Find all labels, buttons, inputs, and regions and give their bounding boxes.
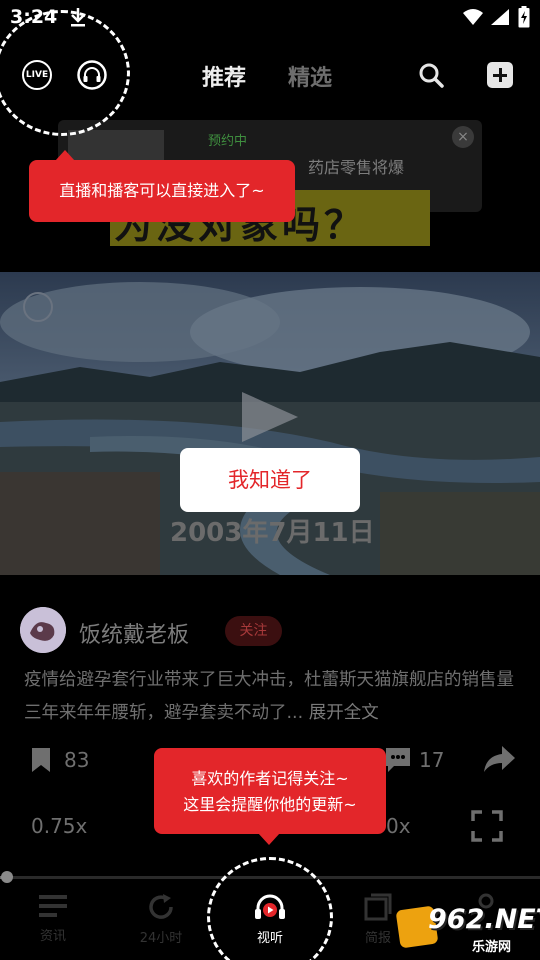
expand-link[interactable]: 展开全文 xyxy=(309,703,379,723)
ad-tag: 预约中 xyxy=(208,134,248,149)
ad-close-icon: × xyxy=(452,126,474,148)
follow-tooltip-line-2: 这里会提醒你他的更新~ xyxy=(183,795,357,814)
nav-item-24h[interactable]: 24小时 xyxy=(125,893,197,946)
author-name[interactable]: 饭统戴老板 xyxy=(79,617,189,649)
battery-icon xyxy=(518,6,530,28)
progress-handle[interactable] xyxy=(1,871,13,883)
follow-tooltip-line-1: 喜欢的作者记得关注~ xyxy=(191,769,349,788)
comment-icon[interactable] xyxy=(384,746,412,774)
watermark-number: 962.NET xyxy=(428,904,540,935)
add-icon[interactable] xyxy=(487,62,513,88)
bookmark-icon[interactable] xyxy=(30,747,52,773)
got-it-button[interactable]: 我知道了 xyxy=(180,448,360,512)
tab-featured[interactable]: 精选 xyxy=(288,60,332,92)
refresh-icon xyxy=(149,894,173,919)
live-podcast-tooltip: 直播和播客可以直接进入了~ xyxy=(29,150,295,222)
nav-label-24h: 24小时 xyxy=(139,931,183,946)
brief-icon xyxy=(364,893,392,921)
wifi-icon xyxy=(463,9,483,25)
follow-tooltip: 喜欢的作者记得关注~ 这里会提醒你他的更新~ xyxy=(154,748,386,845)
bookmark-count: 83 xyxy=(64,748,90,772)
post-description[interactable]: 疫情给避孕套行业带来了巨大冲击，杜蕾斯天猫旗舰店的销售量三年来年年腰斩，避孕套卖… xyxy=(24,664,524,730)
tab-recommend[interactable]: 推荐 xyxy=(202,60,246,92)
speed-right-value[interactable]: 0x xyxy=(386,814,411,838)
nav-item-news[interactable]: 资讯 xyxy=(17,893,89,944)
highlight-circle-bottom xyxy=(207,857,333,960)
avatar[interactable] xyxy=(20,607,66,653)
highlight-circle-top xyxy=(0,10,130,136)
fullscreen-icon[interactable] xyxy=(471,810,503,842)
news-icon xyxy=(39,895,67,917)
share-icon[interactable] xyxy=(482,744,516,774)
nav-label-news: 资讯 xyxy=(39,929,66,944)
watermark-sub: 乐游网 xyxy=(472,940,512,955)
video-date-overlay: 2003年7月11日 xyxy=(170,518,375,548)
signal-icon xyxy=(491,9,509,25)
follow-button[interactable]: 关注 xyxy=(225,616,282,646)
watermark-logo: 962.NET 乐游网 xyxy=(395,902,540,958)
comment-count: 17 xyxy=(419,748,445,772)
ad-text: 药店零售将爆 xyxy=(308,158,405,177)
playback-speed[interactable]: 0.75x xyxy=(31,814,87,838)
post-description-text: 疫情给避孕套行业带来了巨大冲击，杜蕾斯天猫旗舰店的销售量三年来年年腰斩，避孕套卖… xyxy=(24,670,514,723)
search-icon[interactable] xyxy=(418,62,444,88)
